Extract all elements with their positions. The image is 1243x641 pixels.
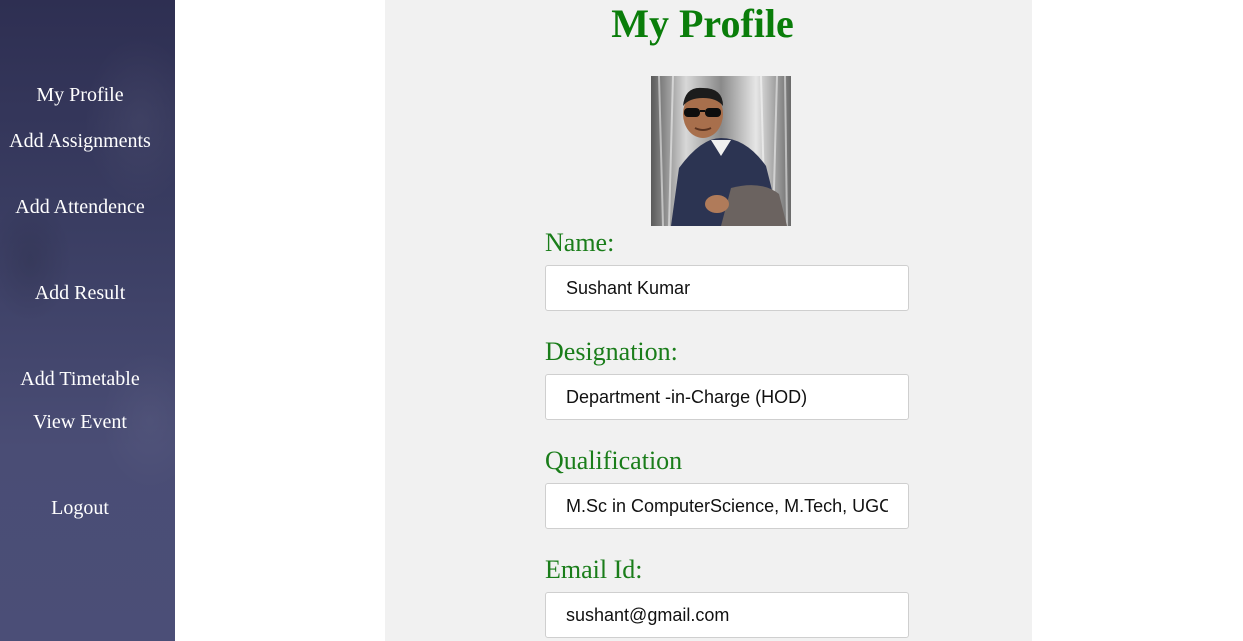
qualification-label: Qualification (545, 446, 683, 475)
sidebar-item-add-timetable[interactable]: Add Timetable (0, 367, 160, 391)
sidebar-item-view-event[interactable]: View Event (0, 410, 160, 434)
sidebar-item-my-profile[interactable]: My Profile (0, 83, 160, 107)
avatar (651, 76, 791, 226)
sidebar-item-add-attendence[interactable]: Add Attendence (0, 195, 160, 219)
designation-label: Designation: (545, 337, 678, 366)
sidebar-item-add-result[interactable]: Add Result (0, 281, 160, 305)
designation-field[interactable] (545, 374, 909, 420)
sidebar: My Profile Add Assignments Add Attendenc… (0, 0, 175, 641)
name-field[interactable] (545, 265, 909, 311)
email-field[interactable] (545, 592, 909, 638)
profile-panel: My Profile Name: Sushant Kumar Designati… (385, 0, 1032, 641)
email-label: Email Id: (545, 555, 643, 584)
name-label: Name: (545, 228, 615, 257)
sidebar-item-logout[interactable]: Logout (0, 496, 160, 520)
page-title: My Profile (611, 1, 794, 46)
sidebar-item-add-assignments[interactable]: Add Assignments (0, 129, 160, 153)
qualification-field[interactable] (545, 483, 909, 529)
